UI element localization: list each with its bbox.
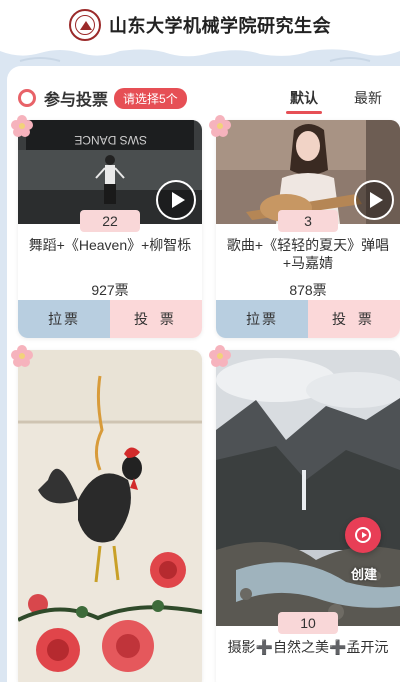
select-hint-badge: 请选择5个 — [114, 87, 187, 109]
entry-number-badge: 10 — [278, 612, 338, 634]
vote-button[interactable]: 投 票 — [110, 300, 202, 338]
entry-title: 摄影➕自然之美➕孟开沅 — [227, 639, 389, 655]
entry-title: 歌曲+《轻轻的夏天》弹唱+马嘉婧 — [226, 237, 390, 271]
entry-thumbnail[interactable] — [216, 350, 400, 626]
vote-section-header: 参与投票 请选择5个 — [18, 86, 187, 110]
entry-card[interactable]: SWS DANCE 22 舞蹈+《Heaven》+柳智栎 927票 拉票 投 票 — [18, 120, 202, 338]
university-seal-logo — [69, 9, 101, 41]
play-video-icon[interactable] — [354, 180, 394, 220]
cloud-decoration — [0, 45, 400, 67]
entry-card[interactable] — [18, 350, 202, 682]
plum-blossom-icon — [209, 345, 231, 367]
entry-card[interactable]: 10 摄影➕自然之美➕孟开沅 — [216, 350, 400, 682]
vote-section-title: 参与投票 — [44, 92, 109, 109]
tab-default[interactable]: 默认 — [286, 88, 322, 114]
create-label[interactable]: 创建 — [345, 564, 383, 583]
entry-vote-count: 927票 — [91, 282, 129, 298]
plum-blossom-icon — [11, 115, 33, 137]
tab-latest[interactable]: 最新 — [354, 88, 382, 108]
play-circle-icon — [355, 527, 371, 543]
entry-actions: 拉票 投 票 — [18, 300, 202, 338]
app-header: 山东大学机械学院研究生会 — [0, 0, 400, 50]
entry-number-badge: 22 — [80, 210, 140, 232]
plum-blossom-icon — [11, 345, 33, 367]
entry-vote-count: 878票 — [289, 282, 327, 298]
page-title: 山东大学机械学院研究生会 — [109, 16, 331, 36]
entry-number-badge: 3 — [278, 210, 338, 232]
play-video-icon[interactable] — [156, 180, 196, 220]
vote-button[interactable]: 投 票 — [308, 300, 400, 338]
create-button[interactable] — [345, 517, 381, 553]
canvass-button[interactable]: 拉票 — [216, 300, 308, 338]
entry-title: 舞蹈+《Heaven》+柳智栎 — [28, 237, 192, 253]
plum-blossom-icon — [209, 115, 231, 137]
ring-icon — [18, 89, 36, 107]
canvass-button[interactable]: 拉票 — [18, 300, 110, 338]
svg-text:SWS DANCE: SWS DANCE — [74, 133, 147, 147]
entry-card[interactable]: 3 歌曲+《轻轻的夏天》弹唱+马嘉婧 878票 拉票 投 票 — [216, 120, 400, 338]
sort-tabs: 默认 最新 — [254, 88, 382, 114]
entry-thumbnail[interactable] — [18, 350, 202, 682]
entry-actions: 拉票 投 票 — [216, 300, 400, 338]
